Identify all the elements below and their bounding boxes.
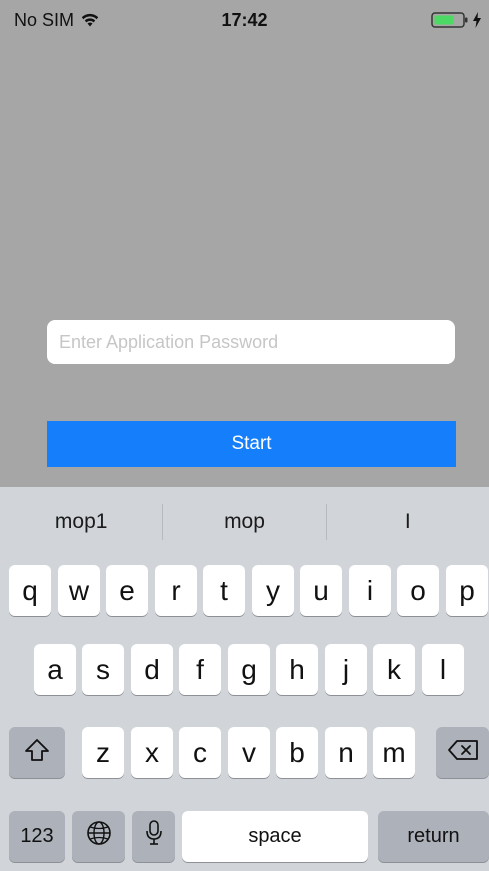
status-right <box>431 11 481 29</box>
key-m[interactable]: m <box>373 727 415 778</box>
key-l[interactable]: l <box>422 644 464 695</box>
key-s[interactable]: s <box>82 644 124 695</box>
shift-key[interactable] <box>9 727 65 778</box>
key-y[interactable]: y <box>252 565 294 616</box>
key-c[interactable]: c <box>179 727 221 778</box>
key-j[interactable]: j <box>325 644 367 695</box>
delete-icon <box>447 737 479 769</box>
key-q[interactable]: q <box>9 565 51 616</box>
key-u[interactable]: u <box>300 565 342 616</box>
key-t[interactable]: t <box>203 565 245 616</box>
microphone-key[interactable] <box>132 811 175 862</box>
key-i[interactable]: i <box>349 565 391 616</box>
globe-icon <box>86 820 112 853</box>
carrier-label: No SIM <box>14 9 75 30</box>
key-g[interactable]: g <box>228 644 270 695</box>
return-key[interactable]: return <box>378 811 489 862</box>
password-input[interactable] <box>47 320 455 364</box>
key-x[interactable]: x <box>131 727 173 778</box>
key-h[interactable]: h <box>276 644 318 695</box>
keyboard: mop1 mop I q w e r t y u i o p a s d f g… <box>0 487 489 871</box>
key-n[interactable]: n <box>325 727 367 778</box>
space-key[interactable]: space <box>182 811 368 862</box>
wifi-icon <box>80 12 100 28</box>
key-e[interactable]: e <box>106 565 148 616</box>
status-bar: No SIM 17:42 <box>0 0 489 40</box>
suggestion-2[interactable]: mop <box>163 510 325 534</box>
globe-key[interactable] <box>72 811 125 862</box>
suggestion-1[interactable]: mop1 <box>0 510 162 534</box>
key-k[interactable]: k <box>373 644 415 695</box>
status-left: No SIM <box>14 10 100 31</box>
key-z[interactable]: z <box>82 727 124 778</box>
key-w[interactable]: w <box>58 565 100 616</box>
shift-icon <box>24 737 50 769</box>
key-a[interactable]: a <box>34 644 76 695</box>
key-f[interactable]: f <box>179 644 221 695</box>
suggestion-bar: mop1 mop I <box>0 487 489 557</box>
microphone-icon <box>144 819 164 854</box>
key-o[interactable]: o <box>397 565 439 616</box>
delete-key[interactable] <box>436 727 489 778</box>
numbers-key[interactable]: 123 <box>9 811 65 862</box>
key-r[interactable]: r <box>155 565 197 616</box>
key-b[interactable]: b <box>276 727 318 778</box>
suggestion-3[interactable]: I <box>327 510 489 534</box>
key-d[interactable]: d <box>131 644 173 695</box>
key-v[interactable]: v <box>228 727 270 778</box>
start-button[interactable]: Start <box>47 421 456 467</box>
battery-icon <box>431 11 469 29</box>
key-p[interactable]: p <box>446 565 488 616</box>
charging-icon <box>473 12 481 28</box>
